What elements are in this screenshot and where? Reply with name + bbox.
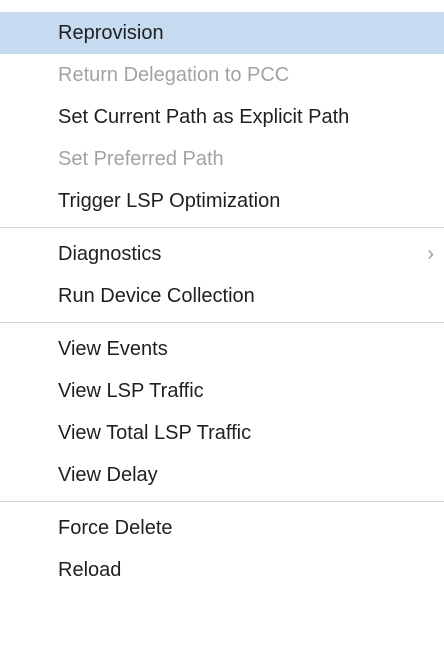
menu-item-view-lsp-traffic[interactable]: View LSP Traffic — [0, 370, 444, 412]
menu-item-label: Reprovision — [58, 22, 164, 44]
menu-item-view-events[interactable]: View Events — [0, 328, 444, 370]
menu-item-run-device-collection[interactable]: Run Device Collection — [0, 275, 444, 317]
menu-item-return-delegation-to-pcc: Return Delegation to PCC — [0, 54, 444, 96]
menu-item-label: Diagnostics — [58, 243, 162, 265]
menu-separator — [0, 501, 444, 502]
menu-item-set-current-path-as-explicit-path[interactable]: Set Current Path as Explicit Path — [0, 96, 444, 138]
menu-item-label: View LSP Traffic — [58, 380, 204, 402]
menu-separator — [0, 322, 444, 323]
menu-item-label: Return Delegation to PCC — [58, 64, 290, 86]
menu-item-label: Force Delete — [58, 517, 173, 539]
menu-item-reprovision[interactable]: Reprovision — [0, 12, 444, 54]
menu-item-label: Trigger LSP Optimization — [58, 190, 281, 212]
menu-separator — [0, 227, 444, 228]
menu-item-trigger-lsp-optimization[interactable]: Trigger LSP Optimization — [0, 180, 444, 222]
menu-item-reload[interactable]: Reload — [0, 549, 444, 591]
menu-item-diagnostics[interactable]: Diagnostics › — [0, 233, 444, 275]
menu-item-label: View Events — [58, 338, 168, 360]
menu-item-set-preferred-path: Set Preferred Path — [0, 138, 444, 180]
menu-item-label: Set Preferred Path — [58, 148, 224, 170]
chevron-right-icon: › — [427, 243, 434, 265]
context-menu: Reprovision Return Delegation to PCC Set… — [0, 0, 444, 665]
menu-item-label: Run Device Collection — [58, 285, 255, 307]
menu-item-label: View Total LSP Traffic — [58, 422, 252, 444]
menu-item-label: View Delay — [58, 464, 158, 486]
menu-item-label: Set Current Path as Explicit Path — [58, 106, 350, 128]
menu-item-force-delete[interactable]: Force Delete — [0, 507, 444, 549]
menu-item-view-total-lsp-traffic[interactable]: View Total LSP Traffic — [0, 412, 444, 454]
menu-item-label: Reload — [58, 559, 122, 581]
menu-item-view-delay[interactable]: View Delay — [0, 454, 444, 496]
